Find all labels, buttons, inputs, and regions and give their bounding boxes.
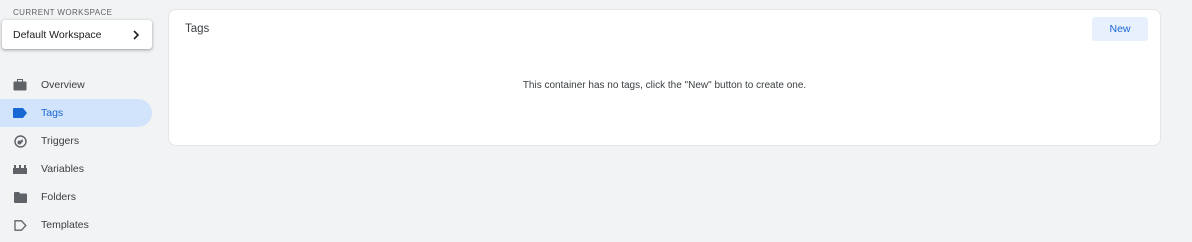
- sidebar: CURRENT WORKSPACE Default Workspace Over…: [0, 0, 160, 242]
- sidebar-item-label: Folders: [41, 191, 77, 203]
- sidebar-item-label: Templates: [41, 219, 89, 231]
- sidebar-item-label: Tags: [41, 107, 64, 119]
- new-tag-button[interactable]: New: [1092, 17, 1148, 41]
- side-nav: Overview Tags Triggers Variables Folders: [0, 71, 160, 239]
- trigger-icon: [12, 133, 28, 149]
- sidebar-item-label: Variables: [41, 163, 84, 175]
- workspace-selector[interactable]: Default Workspace: [2, 20, 152, 49]
- workspace-caption: CURRENT WORKSPACE: [13, 8, 113, 17]
- tags-panel: Tags New This container has no tags, cli…: [169, 10, 1160, 145]
- variables-icon: [12, 161, 28, 177]
- sidebar-item-variables[interactable]: Variables: [0, 155, 152, 183]
- sidebar-item-overview[interactable]: Overview: [0, 71, 152, 99]
- sidebar-item-folders[interactable]: Folders: [0, 183, 152, 211]
- workspace-name: Default Workspace: [13, 28, 102, 41]
- sidebar-item-label: Triggers: [41, 135, 80, 147]
- empty-state-message: This container has no tags, click the "N…: [522, 80, 807, 91]
- template-icon: [12, 217, 28, 233]
- sidebar-item-triggers[interactable]: Triggers: [0, 127, 152, 155]
- folder-icon: [12, 189, 28, 205]
- sidebar-item-tags[interactable]: Tags: [0, 99, 152, 127]
- sidebar-item-templates[interactable]: Templates: [0, 211, 152, 239]
- tag-icon: [12, 105, 28, 121]
- briefcase-icon: [12, 77, 28, 93]
- sidebar-item-label: Overview: [41, 79, 85, 91]
- chevron-right-icon: [131, 29, 141, 40]
- panel-title: Tags: [185, 23, 210, 35]
